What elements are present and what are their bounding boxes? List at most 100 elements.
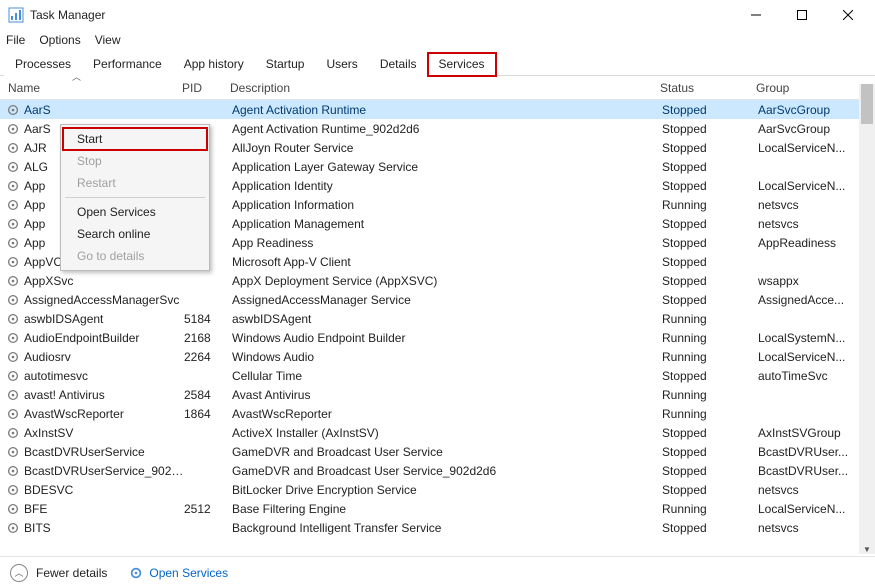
- menu-options[interactable]: Options: [39, 33, 80, 47]
- scroll-thumb[interactable]: [861, 84, 873, 124]
- gear-icon: [6, 369, 20, 383]
- cell-description: Application Layer Gateway Service: [232, 160, 662, 174]
- ctx-go-to-details: Go to details: [63, 245, 207, 267]
- open-services-label: Open Services: [149, 566, 228, 580]
- maximize-button[interactable]: [779, 0, 825, 30]
- table-row[interactable]: BFE2512Base Filtering EngineRunningLocal…: [0, 499, 875, 518]
- cell-name: AarS: [24, 103, 184, 117]
- gear-icon: [6, 103, 20, 117]
- minimize-button[interactable]: [733, 0, 779, 30]
- table-row[interactable]: autotimesvcCellular TimeStoppedautoTimeS…: [0, 366, 875, 385]
- cell-status: Stopped: [662, 483, 758, 497]
- cell-status: Running: [662, 331, 758, 345]
- cell-name: BITS: [24, 521, 184, 535]
- cell-status: Stopped: [662, 426, 758, 440]
- cell-name: BFE: [24, 502, 184, 516]
- cell-status: Running: [662, 198, 758, 212]
- scroll-down-icon[interactable]: ▼: [859, 544, 875, 554]
- cell-status: Stopped: [662, 274, 758, 288]
- cell-pid: 5184: [184, 312, 232, 326]
- tab-services[interactable]: Services: [428, 53, 496, 76]
- gear-icon: [6, 426, 20, 440]
- gear-icon: [6, 236, 20, 250]
- cell-description: AppX Deployment Service (AppXSVC): [232, 274, 662, 288]
- ctx-start[interactable]: Start: [63, 128, 207, 150]
- cell-description: Base Filtering Engine: [232, 502, 662, 516]
- cell-status: Running: [662, 388, 758, 402]
- cell-group: BcastDVRUser...: [758, 464, 850, 478]
- col-header-group[interactable]: Group: [756, 81, 848, 95]
- tab-app-history[interactable]: App history: [173, 53, 255, 76]
- cell-name: BDESVC: [24, 483, 184, 497]
- table-row[interactable]: BcastDVRUserService_902d...GameDVR and B…: [0, 461, 875, 480]
- menu-file[interactable]: File: [6, 33, 25, 47]
- table-row[interactable]: AarSAgent Activation RuntimeStoppedAarSv…: [0, 100, 875, 119]
- gear-icon: [6, 312, 20, 326]
- ctx-search-online[interactable]: Search online: [63, 223, 207, 245]
- cell-description: Microsoft App-V Client: [232, 255, 662, 269]
- col-header-status[interactable]: Status: [660, 81, 756, 95]
- tab-startup[interactable]: Startup: [255, 53, 316, 76]
- fewer-details-button[interactable]: ︿ Fewer details: [10, 564, 107, 582]
- gear-icon: [6, 502, 20, 516]
- cell-status: Stopped: [662, 103, 758, 117]
- cell-name: AssignedAccessManagerSvc: [24, 293, 184, 307]
- vertical-scrollbar[interactable]: ▲ ▼: [859, 84, 875, 554]
- cell-group: AxInstSVGroup: [758, 426, 850, 440]
- cell-description: App Readiness: [232, 236, 662, 250]
- cell-pid: 2168: [184, 331, 232, 345]
- cell-name: autotimesvc: [24, 369, 184, 383]
- tab-performance[interactable]: Performance: [82, 53, 173, 76]
- cell-description: Background Intelligent Transfer Service: [232, 521, 662, 535]
- cell-status: Stopped: [662, 445, 758, 459]
- ctx-open-services[interactable]: Open Services: [63, 201, 207, 223]
- tab-processes[interactable]: Processes: [4, 53, 82, 76]
- cell-description: AllJoyn Router Service: [232, 141, 662, 155]
- cell-group: LocalServiceN...: [758, 350, 850, 364]
- tab-users[interactable]: Users: [315, 53, 368, 76]
- column-headers: ︿ Name PID Description Status Group: [0, 76, 875, 100]
- table-row[interactable]: AvastWscReporter1864AvastWscReporterRunn…: [0, 404, 875, 423]
- cell-name: AxInstSV: [24, 426, 184, 440]
- table-row[interactable]: BITS Background Intelligent Transfer Serv…: [0, 518, 875, 537]
- tabbar: Processes Performance App history Startu…: [0, 52, 875, 76]
- table-row[interactable]: Audiosrv2264Windows AudioRunningLocalSer…: [0, 347, 875, 366]
- table-row[interactable]: avast! Antivirus2584Avast AntivirusRunni…: [0, 385, 875, 404]
- cell-status: Running: [662, 407, 758, 421]
- cell-name: BcastDVRUserService: [24, 445, 184, 459]
- cell-group: LocalServiceN...: [758, 179, 850, 193]
- cell-status: Stopped: [662, 464, 758, 478]
- titlebar: Task Manager: [0, 0, 875, 30]
- cell-group: wsappx: [758, 274, 850, 288]
- cell-group: netsvcs: [758, 521, 850, 535]
- ctx-restart: Restart: [63, 172, 207, 194]
- gear-icon: [6, 293, 20, 307]
- open-services-link[interactable]: Open Services: [129, 566, 228, 580]
- table-row[interactable]: BDESVCBitLocker Drive Encryption Service…: [0, 480, 875, 499]
- table-row[interactable]: AxInstSVActiveX Installer (AxInstSV)Stop…: [0, 423, 875, 442]
- gear-icon: [6, 255, 20, 269]
- menu-view[interactable]: View: [95, 33, 121, 47]
- cell-status: Stopped: [662, 141, 758, 155]
- table-row[interactable]: AudioEndpointBuilder2168Windows Audio En…: [0, 328, 875, 347]
- col-header-description[interactable]: Description: [230, 81, 660, 95]
- gear-icon: [6, 483, 20, 497]
- cell-group: netsvcs: [758, 217, 850, 231]
- task-manager-icon: [8, 7, 24, 23]
- cell-pid: 2512: [184, 502, 232, 516]
- gear-icon: [6, 141, 20, 155]
- cell-group: AarSvcGroup: [758, 103, 850, 117]
- close-button[interactable]: [825, 0, 871, 30]
- cell-group: AarSvcGroup: [758, 122, 850, 136]
- cell-name: aswbIDSAgent: [24, 312, 184, 326]
- table-row[interactable]: AssignedAccessManagerSvcAssignedAccessMa…: [0, 290, 875, 309]
- table-row[interactable]: aswbIDSAgent5184aswbIDSAgentRunning: [0, 309, 875, 328]
- table-row[interactable]: AppXSvcAppX Deployment Service (AppXSVC)…: [0, 271, 875, 290]
- cell-group: autoTimeSvc: [758, 369, 850, 383]
- table-row[interactable]: BcastDVRUserServiceGameDVR and Broadcast…: [0, 442, 875, 461]
- tab-details[interactable]: Details: [369, 53, 428, 76]
- gear-icon: [129, 566, 143, 580]
- col-header-name[interactable]: Name: [6, 81, 182, 95]
- gear-icon: [6, 179, 20, 193]
- col-header-pid[interactable]: PID: [182, 81, 230, 95]
